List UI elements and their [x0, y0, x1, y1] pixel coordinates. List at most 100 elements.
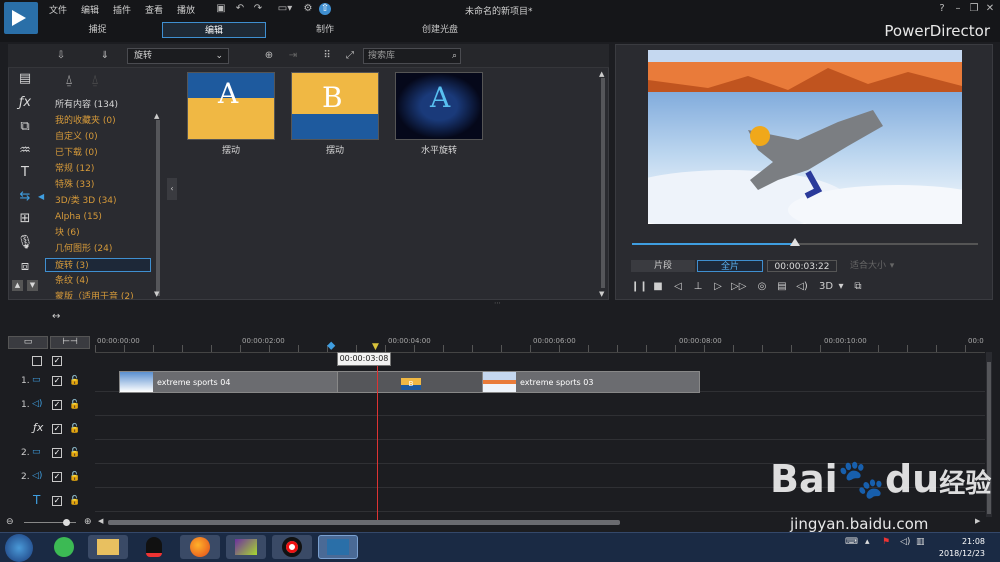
- full-mode-button[interactable]: 全片: [697, 260, 763, 272]
- all-tracks-toggle[interactable]: [32, 356, 42, 366]
- track-enable-checkbox[interactable]: ✓: [52, 496, 62, 506]
- zoom-in-icon[interactable]: ⊕: [84, 517, 92, 527]
- zoom-out-icon[interactable]: ⊖: [6, 517, 14, 527]
- taskbar-app-player[interactable]: [226, 535, 266, 559]
- aspect-ratio-icon[interactable]: ▭▾: [275, 3, 295, 15]
- category-general[interactable]: 常规 (12): [55, 162, 94, 176]
- transition-clip[interactable]: B: [337, 371, 483, 393]
- category-3d[interactable]: 3D/类 3D (34): [55, 194, 117, 208]
- menu-file[interactable]: 文件: [49, 3, 67, 16]
- taskbar-app-qq[interactable]: [134, 535, 174, 559]
- minimize-button[interactable]: –: [952, 3, 964, 15]
- lock-icon[interactable]: 🔓: [69, 424, 80, 434]
- track-enable-checkbox[interactable]: ✓: [52, 472, 62, 482]
- previous-frame-icon[interactable]: ◁: [671, 280, 685, 294]
- menu-plugins[interactable]: 插件: [113, 3, 131, 16]
- hscroll-left-icon[interactable]: ◀: [98, 517, 103, 525]
- category-mask[interactable]: 蒙版（适用于音 (2): [55, 290, 134, 299]
- category-custom[interactable]: 自定义 (0): [55, 130, 98, 144]
- category-all[interactable]: 所有内容 (134): [55, 98, 118, 112]
- tab-produce[interactable]: 制作: [290, 22, 360, 38]
- scroll-up-arrow-icon[interactable]: ▲: [154, 112, 159, 120]
- timeline-view-button[interactable]: ⊢⊣: [50, 336, 90, 349]
- particle-room-icon[interactable]: ♒: [16, 142, 34, 160]
- chevron-down-icon[interactable]: ▾: [834, 280, 848, 294]
- tray-expand-icon[interactable]: ▴: [865, 537, 875, 547]
- scroll-down-icon[interactable]: ▼: [27, 280, 38, 291]
- category-stripe[interactable]: 条纹 (4): [55, 274, 89, 288]
- audio-mix-room-icon[interactable]: ⊞: [16, 210, 34, 228]
- pause-icon[interactable]: ❙❙: [631, 280, 648, 294]
- track-enable-checkbox[interactable]: ✓: [52, 376, 62, 386]
- upgrade-icon[interactable]: ⇧: [319, 3, 331, 15]
- taskbar-app-360[interactable]: [44, 535, 84, 559]
- fit-size-select[interactable]: 适合大小: [845, 260, 891, 272]
- settings-icon[interactable]: ⚙: [302, 3, 314, 15]
- seek-handle[interactable]: [789, 238, 800, 246]
- collapse-panel-button[interactable]: ‹: [167, 178, 177, 200]
- category-alpha[interactable]: Alpha (15): [55, 210, 102, 224]
- clip-mode-button[interactable]: 片段: [631, 260, 695, 272]
- search-input[interactable]: 搜索库 ⌕: [363, 48, 461, 64]
- category-select[interactable]: 旋转 ⌄: [127, 48, 229, 64]
- save-icon[interactable]: ▣: [215, 3, 227, 15]
- menu-playback[interactable]: 播放: [177, 3, 195, 16]
- lock-icon[interactable]: 🔓: [69, 448, 80, 458]
- category-favorites[interactable]: 我的收藏夹 (0): [55, 114, 116, 128]
- undock-icon[interactable]: ⧉: [851, 280, 865, 294]
- scroll-down-arrow-icon[interactable]: ▼: [154, 290, 159, 298]
- keyboard-icon[interactable]: ⌨: [845, 537, 858, 547]
- grid-view-icon[interactable]: ⠿: [320, 49, 334, 63]
- taskbar-app-powerdirector[interactable]: [318, 535, 358, 559]
- action-center-icon[interactable]: ⚑: [882, 537, 892, 547]
- range-marker-icon[interactable]: ⬥: [327, 338, 335, 353]
- pip-room-icon[interactable]: ⧉: [16, 118, 34, 136]
- track-enable-checkbox[interactable]: ✓: [52, 400, 62, 410]
- time-ruler[interactable]: [95, 345, 985, 353]
- category-downloaded[interactable]: 已下载 (0): [55, 146, 98, 160]
- thumbnail-swing-1[interactable]: A: [187, 72, 275, 140]
- tab-capture[interactable]: 捕捉: [60, 22, 135, 38]
- category-rotate[interactable]: 旋转 (3): [45, 258, 151, 272]
- taskbar-app-explorer[interactable]: [88, 535, 128, 559]
- scroll-up-icon[interactable]: ▲: [12, 280, 23, 291]
- fast-forward-icon[interactable]: ▷▷: [731, 280, 746, 294]
- network-icon[interactable]: ▥: [916, 537, 926, 547]
- lock-icon[interactable]: 🔓: [69, 400, 80, 410]
- lock-icon[interactable]: 🔓: [69, 472, 80, 482]
- all-tracks-enable-checkbox[interactable]: ✓: [52, 356, 62, 366]
- fit-timeline-icon[interactable]: ↔: [52, 311, 60, 322]
- library-scroll-up-icon[interactable]: ▲: [599, 70, 604, 78]
- playhead-marker-icon[interactable]: ▼: [372, 342, 379, 352]
- library-scroll-down-icon[interactable]: ▼: [599, 290, 604, 298]
- split-icon[interactable]: ⊥: [691, 280, 705, 294]
- expand-icon[interactable]: ⤢: [343, 49, 357, 63]
- thumbnail-horizontal-rotate[interactable]: A: [395, 72, 483, 140]
- subtitle-icon[interactable]: ▤: [775, 280, 789, 294]
- taskbar-app-firefox[interactable]: [180, 535, 220, 559]
- category-geometric[interactable]: 几何图形 (24): [55, 242, 112, 256]
- track-enable-checkbox[interactable]: ✓: [52, 424, 62, 434]
- help-icon[interactable]: ?: [936, 3, 948, 15]
- storyboard-view-button[interactable]: ▭: [8, 336, 48, 349]
- timeline-hscroll[interactable]: [108, 520, 620, 525]
- category-block[interactable]: 块 (6): [55, 226, 80, 240]
- volume-tray-icon[interactable]: ◁): [900, 537, 910, 547]
- export-icon[interactable]: ⇥: [286, 49, 300, 63]
- start-button[interactable]: [5, 534, 33, 562]
- fx-room-icon[interactable]: ƒx: [16, 94, 34, 112]
- menu-edit[interactable]: 编辑: [81, 3, 99, 16]
- download-icon[interactable]: ⇓: [98, 49, 112, 63]
- category-scrollbar[interactable]: [156, 120, 160, 296]
- voice-over-icon[interactable]: 🎙: [16, 234, 34, 252]
- lock-icon[interactable]: 🔓: [69, 496, 80, 506]
- hscroll-right-icon[interactable]: ▶: [975, 517, 980, 525]
- add-favorite-icon[interactable]: ⍙: [62, 74, 76, 88]
- remove-favorite-icon[interactable]: ⍙: [88, 74, 102, 88]
- track-enable-checkbox[interactable]: ✓: [52, 448, 62, 458]
- volume-icon[interactable]: ◁): [795, 280, 809, 294]
- import-icon[interactable]: ⇩: [54, 49, 68, 63]
- close-button[interactable]: ✕: [984, 3, 996, 15]
- title-room-icon[interactable]: T: [16, 164, 34, 182]
- thumbnail-swing-2[interactable]: B: [291, 72, 379, 140]
